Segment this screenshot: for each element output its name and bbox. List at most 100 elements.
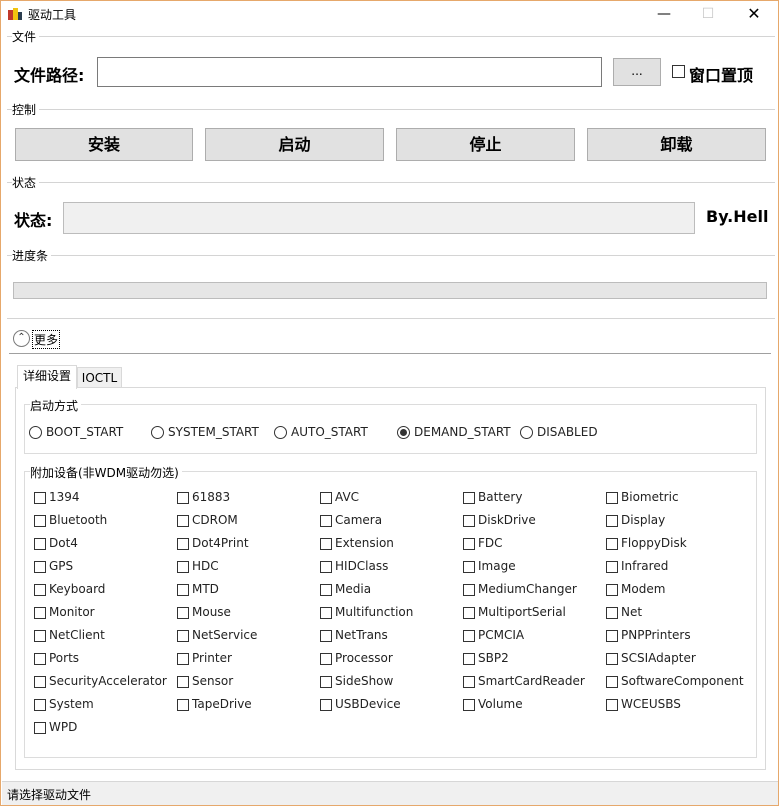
author-label: By.Hell <box>706 207 769 226</box>
checkbox-label: SmartCardReader <box>478 674 585 688</box>
checkbox[interactable] <box>606 630 618 642</box>
checkbox-label: Volume <box>478 697 523 711</box>
checkbox[interactable] <box>34 584 46 596</box>
more-top-line <box>7 318 775 319</box>
topmost-checkbox[interactable] <box>672 65 685 78</box>
checkbox[interactable] <box>34 492 46 504</box>
checkbox-label: Infrared <box>621 559 669 573</box>
start-mode-group <box>24 404 757 454</box>
checkbox[interactable] <box>463 630 475 642</box>
checkbox[interactable] <box>463 653 475 665</box>
radio-circle-selected[interactable] <box>397 426 410 439</box>
checkbox[interactable] <box>463 492 475 504</box>
checkbox[interactable] <box>606 607 618 619</box>
checkbox[interactable] <box>177 630 189 642</box>
checkbox-label: MultiportSerial <box>478 605 566 619</box>
checkbox[interactable] <box>463 676 475 688</box>
checkbox[interactable] <box>34 653 46 665</box>
checkbox[interactable] <box>34 607 46 619</box>
more-toggle[interactable]: 更多 <box>32 330 61 349</box>
checkbox[interactable] <box>177 607 189 619</box>
more-separator <box>9 353 771 354</box>
status-label: 状态: <box>14 211 53 230</box>
app-window: 驱动工具 — ☐ ✕ 文件 文件路径: ... 窗口置顶 控制 安装 启动 停止… <box>0 0 779 806</box>
checkbox[interactable] <box>320 653 332 665</box>
checkbox[interactable] <box>177 561 189 573</box>
minimize-button[interactable]: — <box>641 1 687 29</box>
browse-button[interactable]: ... <box>613 58 661 86</box>
checkbox[interactable] <box>320 492 332 504</box>
checkbox[interactable] <box>606 492 618 504</box>
checkbox[interactable] <box>34 561 46 573</box>
radio-circle[interactable] <box>520 426 533 439</box>
checkbox-label: WCEUSBS <box>621 697 681 711</box>
checkbox-label: Extension <box>335 536 394 550</box>
radio-circle[interactable] <box>29 426 42 439</box>
checkbox[interactable] <box>34 722 46 734</box>
checkbox[interactable] <box>34 515 46 527</box>
checkbox[interactable] <box>606 676 618 688</box>
checkbox[interactable] <box>34 699 46 711</box>
radio-circle[interactable] <box>151 426 164 439</box>
checkbox[interactable] <box>606 515 618 527</box>
checkbox[interactable] <box>463 607 475 619</box>
checkbox-label: Camera <box>335 513 383 527</box>
checkbox-label: AVC <box>335 490 360 504</box>
install-button[interactable]: 安装 <box>15 128 193 161</box>
radio-label: AUTO_START <box>291 425 368 439</box>
checkbox[interactable] <box>320 561 332 573</box>
checkbox[interactable] <box>606 653 618 665</box>
maximize-button[interactable]: ☐ <box>685 1 731 29</box>
checkbox[interactable] <box>463 584 475 596</box>
checkbox[interactable] <box>177 492 189 504</box>
checkbox-label: PCMCIA <box>478 628 525 642</box>
checkbox[interactable] <box>606 538 618 550</box>
checkbox[interactable] <box>606 561 618 573</box>
checkbox-label: Ports <box>49 651 80 665</box>
checkbox-label: Dot4Print <box>192 536 249 550</box>
checkbox-label: HIDClass <box>335 559 389 573</box>
checkbox[interactable] <box>320 607 332 619</box>
checkbox[interactable] <box>320 630 332 642</box>
radio-circle[interactable] <box>274 426 287 439</box>
checkbox[interactable] <box>606 584 618 596</box>
checkbox-label: SideShow <box>335 674 394 688</box>
checkbox[interactable] <box>320 699 332 711</box>
stop-button[interactable]: 停止 <box>396 128 575 161</box>
checkbox[interactable] <box>177 676 189 688</box>
checkbox[interactable] <box>606 699 618 711</box>
checkbox[interactable] <box>320 584 332 596</box>
uninstall-button[interactable]: 卸载 <box>587 128 766 161</box>
close-button[interactable]: ✕ <box>731 1 777 29</box>
checkbox[interactable] <box>177 515 189 527</box>
checkbox[interactable] <box>463 538 475 550</box>
checkbox[interactable] <box>177 538 189 550</box>
checkbox[interactable] <box>320 515 332 527</box>
tab-details[interactable]: 详细设置 <box>17 365 77 389</box>
checkbox[interactable] <box>320 538 332 550</box>
checkbox[interactable] <box>34 676 46 688</box>
checkbox[interactable] <box>463 515 475 527</box>
checkbox-label: 61883 <box>192 490 231 504</box>
collapse-icon[interactable]: ⌃ <box>13 330 30 347</box>
checkbox[interactable] <box>463 561 475 573</box>
tab-ioctl[interactable]: IOCTL <box>77 367 122 388</box>
checkbox-label: Dot4 <box>49 536 78 550</box>
checkbox[interactable] <box>177 699 189 711</box>
file-path-input[interactable] <box>97 57 602 87</box>
checkbox-label: WPD <box>49 720 78 734</box>
checkbox[interactable] <box>320 676 332 688</box>
checkbox-label: DiskDrive <box>478 513 536 527</box>
checkbox[interactable] <box>34 630 46 642</box>
checkbox[interactable] <box>463 699 475 711</box>
radio-label: SYSTEM_START <box>168 425 259 439</box>
progress-group-label: 进度条 <box>12 247 52 264</box>
start-button[interactable]: 启动 <box>205 128 384 161</box>
checkbox-label: Net <box>621 605 643 619</box>
checkbox[interactable] <box>177 584 189 596</box>
checkbox[interactable] <box>177 653 189 665</box>
progress-group-line <box>7 255 775 256</box>
status-bar-text: 请选择驱动文件 <box>7 788 92 802</box>
checkbox-label: Biometric <box>621 490 679 504</box>
checkbox[interactable] <box>34 538 46 550</box>
